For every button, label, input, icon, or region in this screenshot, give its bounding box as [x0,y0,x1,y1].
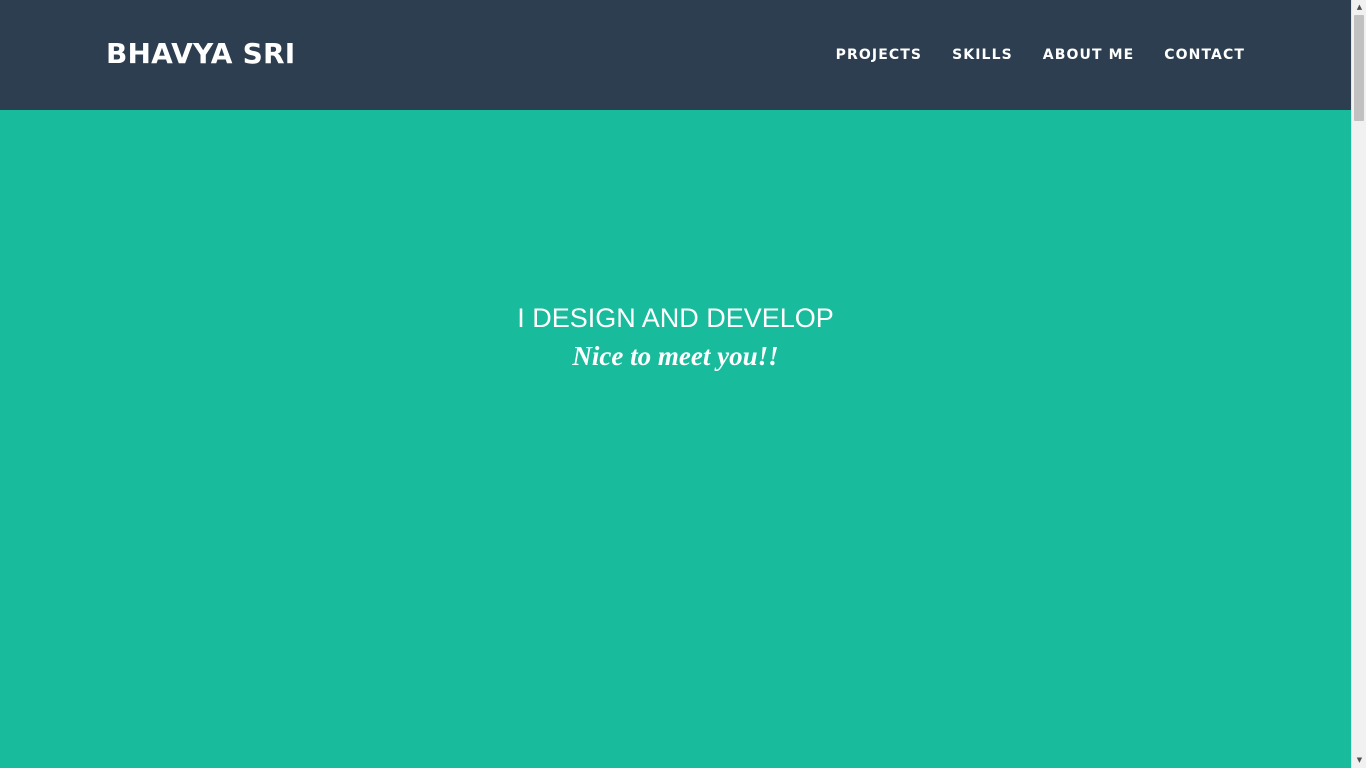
navbar: BHAVYA SRI PROJECTS SKILLS ABOUT ME CONT… [0,0,1351,110]
nav-item-about-me: ABOUT ME [1043,44,1135,66]
scroll-up-arrow-icon[interactable]: ▲ [1352,0,1366,15]
nav-link-projects[interactable]: PROJECTS [836,44,922,66]
hero-subtitle: Nice to meet you!! [572,341,779,371]
hero-section: I DESIGN AND DEVELOP Nice to meet you!! [0,110,1351,768]
nav-menu: PROJECTS SKILLS ABOUT ME CONTACT [836,44,1245,66]
nav-link-contact[interactable]: CONTACT [1164,44,1245,66]
hero-title: I DESIGN AND DEVELOP [517,303,834,333]
brand-link[interactable]: BHAVYA SRI [106,34,295,74]
scrollbar-thumb[interactable] [1354,15,1364,121]
page-content: BHAVYA SRI PROJECTS SKILLS ABOUT ME CONT… [0,0,1351,768]
scroll-down-arrow-icon[interactable]: ▼ [1352,753,1366,768]
vertical-scrollbar[interactable]: ▲ ▼ [1351,0,1366,768]
nav-item-skills: SKILLS [952,44,1013,66]
nav-item-projects: PROJECTS [836,44,922,66]
nav-link-skills[interactable]: SKILLS [952,44,1013,66]
nav-link-about-me[interactable]: ABOUT ME [1043,44,1135,66]
page: BHAVYA SRI PROJECTS SKILLS ABOUT ME CONT… [0,0,1366,768]
nav-item-contact: CONTACT [1164,44,1245,66]
